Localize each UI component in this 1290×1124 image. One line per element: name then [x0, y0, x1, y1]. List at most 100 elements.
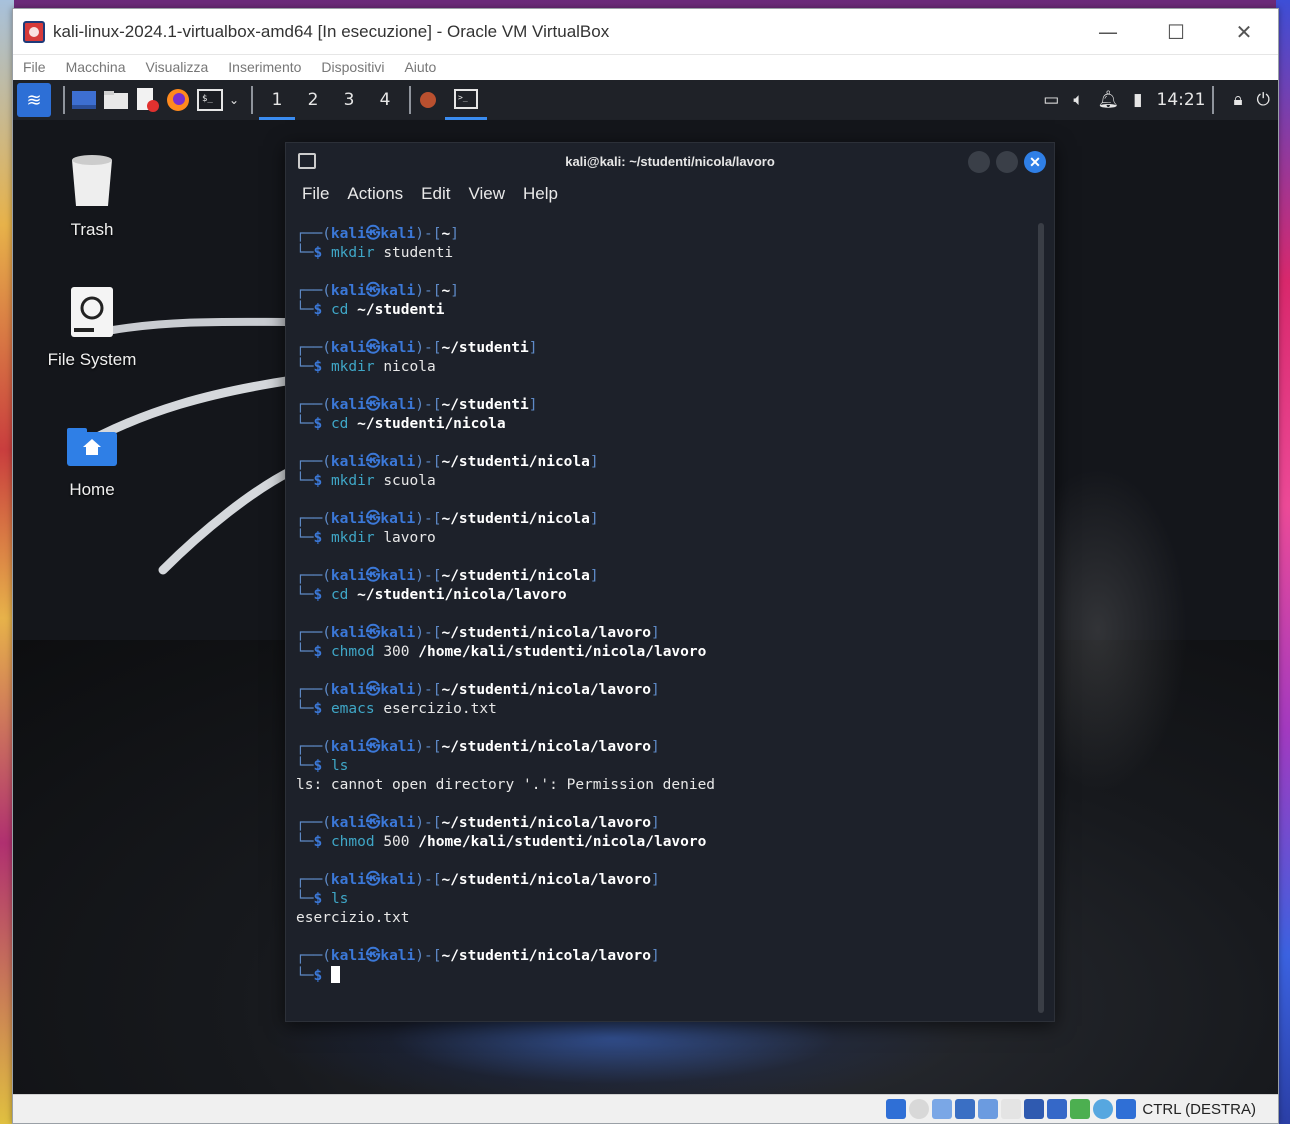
prompt-bracket: )-[	[415, 568, 442, 584]
close-button[interactable]: ✕	[1210, 9, 1278, 55]
menu-macchina[interactable]: Macchina	[66, 59, 126, 75]
prompt-path: ~/studenti	[441, 397, 529, 413]
terminal-minimize-button[interactable]	[968, 151, 990, 173]
terminal-launcher[interactable]: $_	[197, 80, 223, 120]
prompt-bracket: ]	[650, 948, 660, 964]
mouse-integration-icon[interactable]	[1093, 1099, 1114, 1119]
hard-disk-icon[interactable]	[886, 1099, 907, 1119]
prompt-dollar: $	[313, 701, 331, 717]
prompt-corner: ┌──(	[296, 682, 331, 698]
desktop-icon-trash[interactable]: Trash	[17, 152, 167, 240]
lock-screen-icon[interactable]: 🔒︎	[1234, 80, 1243, 120]
menu-file[interactable]: File	[23, 59, 46, 75]
prompt-separator-icon: ㉿	[365, 226, 381, 242]
prompt-user: kali	[330, 397, 366, 413]
command-line: └─$ mkdir studenti	[296, 244, 459, 263]
workspace-4[interactable]: 4	[367, 90, 403, 110]
terminal-menu-actions[interactable]: Actions	[347, 184, 403, 204]
terminal-titlebar[interactable]: kali@kali: ~/studenti/nicola/lavoro ✕	[286, 143, 1054, 179]
shared-folder-icon[interactable]	[1001, 1099, 1022, 1119]
terminal-output[interactable]: ┌──(kali㉿kali)-[~] └─$ mkdir studenti ┌──(…	[296, 225, 1026, 1015]
window-titlebar[interactable]: kali-linux-2024.1-virtualbox-amd64 [In e…	[13, 9, 1278, 55]
command-line: └─$ cd ~/studenti/nicola/lavoro	[296, 586, 599, 605]
terminal-menu-help[interactable]: Help	[523, 184, 558, 204]
terminal-scrollbar[interactable]	[1038, 223, 1044, 1013]
prompt-user: kali	[330, 815, 366, 831]
display-icon[interactable]	[1024, 1099, 1045, 1119]
recording-icon[interactable]	[1047, 1099, 1068, 1119]
prompt-dollar: $	[313, 968, 331, 984]
vbox-statusbar: CTRL (DESTRA)	[13, 1094, 1278, 1123]
text-editor-icon	[137, 88, 159, 112]
terminal-window[interactable]: kali@kali: ~/studenti/nicola/lavoro ✕ Fi…	[285, 142, 1055, 1022]
command-line: └─$ emacs esercizio.txt	[296, 700, 660, 719]
command-args: ~/studenti/nicola/lavoro	[357, 587, 567, 603]
prompt-corner: ┌──(	[296, 625, 331, 641]
minimize-button[interactable]: —	[1074, 9, 1142, 55]
workspace-2[interactable]: 2	[295, 90, 331, 110]
prompt-corner: ┌──(	[296, 568, 331, 584]
show-desktop-button[interactable]	[71, 80, 97, 120]
prompt-dollar: $	[313, 644, 331, 660]
keyboard-capture-icon[interactable]	[1116, 1099, 1137, 1119]
maximize-button[interactable]: ☐	[1142, 9, 1210, 55]
terminal-menu-file[interactable]: File	[302, 184, 329, 204]
prompt-bracket: )-[	[415, 397, 442, 413]
prompt-line: ┌──(kali㉿kali)-[~/studenti]	[296, 339, 538, 358]
terminal-dropdown[interactable]: ⌄	[229, 80, 239, 120]
workspace-1[interactable]: 1	[259, 80, 296, 120]
svg-text:>_: >_	[458, 93, 468, 102]
prompt-separator-icon: ㉿	[365, 340, 381, 356]
notification-bell-icon[interactable]: 🔔︎	[1098, 80, 1120, 120]
terminal-close-button[interactable]: ✕	[1024, 151, 1046, 173]
panel-separator	[251, 86, 254, 114]
guest-screen[interactable]: ≋ $_ ⌄ 1 2 3 4 >_ ▭ 🔈︎ 🔔︎ ▮ 14:21 🔒︎ ⏻ T…	[13, 80, 1278, 1096]
text-editor-launcher[interactable]	[135, 80, 159, 120]
prompt-bracket: )-[	[415, 625, 442, 641]
battery-icon[interactable]: ▮	[1133, 80, 1142, 120]
command-line: └─$ mkdir scuola	[296, 472, 599, 491]
task-terminal[interactable]: >_	[445, 80, 488, 120]
desktop-icon-home[interactable]: Home	[17, 426, 167, 500]
terminal-menubar: File Actions Edit View Help	[286, 179, 1054, 209]
prompt-corner: ┌──(	[296, 739, 331, 755]
display-icon[interactable]: ▭	[1043, 80, 1059, 120]
command-name: ls	[330, 891, 349, 907]
audio-icon[interactable]	[932, 1099, 953, 1119]
virtualbox-window: kali-linux-2024.1-virtualbox-amd64 [In e…	[12, 8, 1279, 1124]
optical-drive-icon[interactable]	[909, 1099, 930, 1119]
terminal-menu-view[interactable]: View	[468, 184, 505, 204]
menu-dispositivi[interactable]: Dispositivi	[321, 59, 384, 75]
prompt-dollar: $	[313, 359, 331, 375]
prompt-line: ┌──(kali㉿kali)-[~/studenti/nicola]	[296, 510, 599, 529]
prompt-host: kali	[380, 872, 416, 888]
usb-icon[interactable]	[978, 1099, 999, 1119]
menu-visualizza[interactable]: Visualizza	[145, 59, 208, 75]
logout-icon[interactable]: ⏻	[1257, 80, 1270, 120]
workspace-3[interactable]: 3	[331, 90, 367, 110]
command-args: 300	[383, 644, 410, 660]
menu-inserimento[interactable]: Inserimento	[228, 59, 301, 75]
file-manager-launcher[interactable]	[103, 80, 129, 120]
panel-clock[interactable]: 14:21	[1157, 80, 1206, 120]
command-args: esercizio.txt	[383, 701, 497, 717]
prompt-block: ┌──(kali㉿kali)-[~/studenti] └─$ cd ~/stud…	[296, 396, 538, 434]
terminal-maximize-button[interactable]	[996, 151, 1018, 173]
firefox-launcher[interactable]	[165, 80, 191, 120]
command-line: └─$ mkdir lavoro	[296, 529, 599, 548]
prompt-bracket: ]	[650, 739, 660, 755]
prompt-block: ┌──(kali㉿kali)-[~/studenti/nicola/lavoro…	[296, 738, 715, 795]
volume-icon[interactable]: 🔈︎	[1073, 80, 1083, 120]
vbox-menubar: File Macchina Visualizza Inserimento Dis…	[13, 55, 1278, 79]
command-args: 500	[383, 834, 410, 850]
network-icon[interactable]	[955, 1099, 976, 1119]
prompt-bracket: ]	[528, 340, 538, 356]
command-name: emacs	[330, 701, 375, 717]
terminal-menu-edit[interactable]: Edit	[421, 184, 450, 204]
menu-aiuto[interactable]: Aiuto	[404, 59, 436, 75]
desktop-icon-filesystem[interactable]: File System	[17, 286, 167, 370]
cpu-icon[interactable]	[1070, 1099, 1091, 1119]
prompt-host: kali	[380, 511, 416, 527]
kali-menu-button[interactable]: ≋	[13, 80, 51, 120]
task-app[interactable]	[417, 80, 439, 120]
